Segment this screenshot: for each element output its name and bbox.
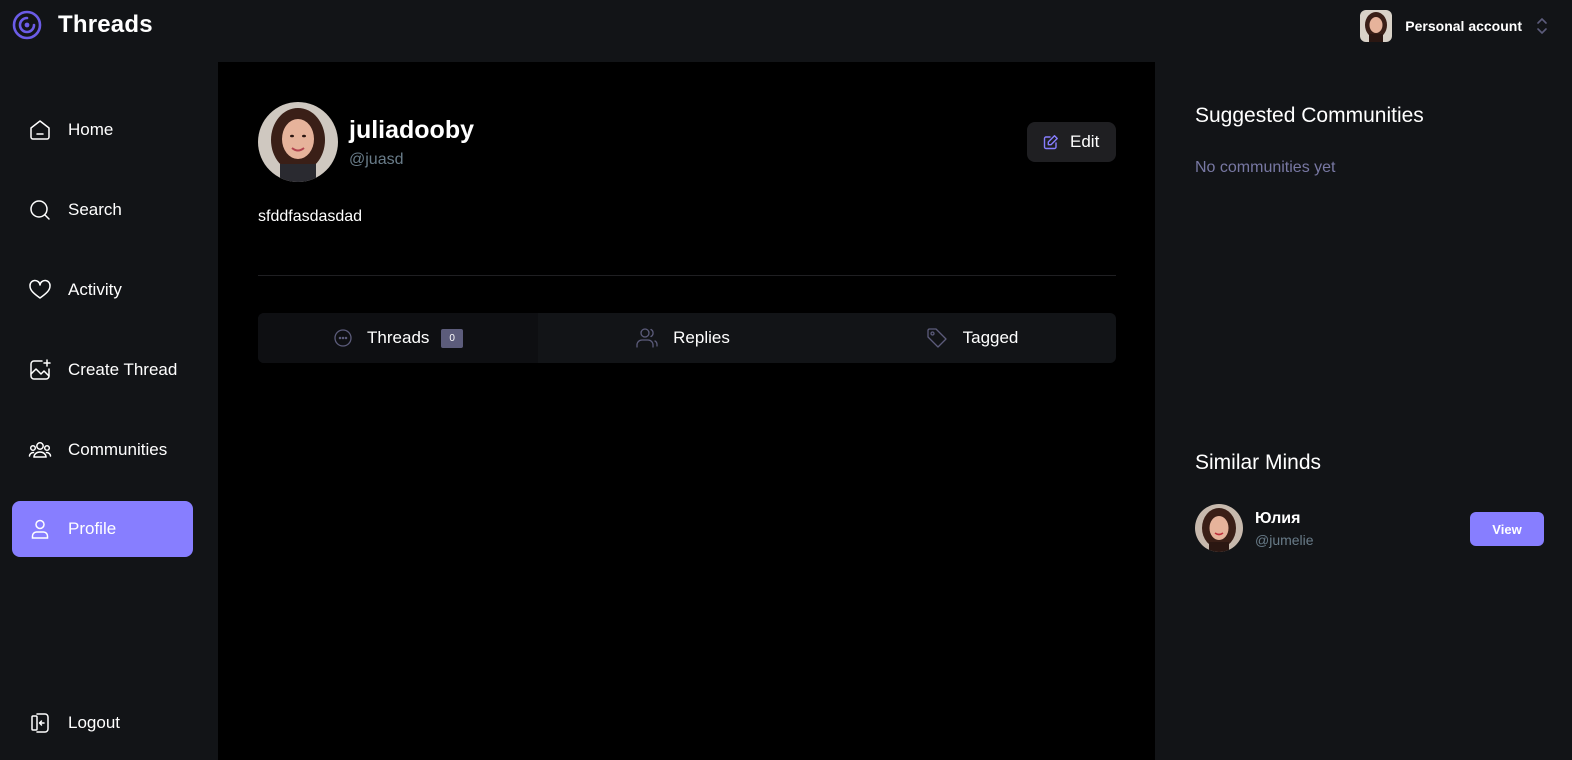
logout-icon: [28, 711, 52, 735]
right-sidebar: Suggested Communities No communities yet…: [1155, 62, 1572, 760]
create-thread-icon: [28, 358, 52, 382]
profile-handle: @juasd: [349, 151, 404, 168]
brand[interactable]: Threads: [12, 10, 153, 40]
edit-icon: [1043, 134, 1059, 150]
nav-label: Home: [68, 120, 114, 139]
top-bar: Threads Personal account: [0, 0, 1572, 62]
nav-label: Activity: [68, 280, 122, 299]
logout-button[interactable]: Logout: [12, 695, 193, 751]
edit-label: Edit: [1070, 132, 1100, 151]
profile-name: juliadooby: [349, 116, 474, 144]
similar-minds-heading: Similar Minds: [1195, 451, 1322, 474]
chat-bubble-icon: [333, 328, 353, 348]
profile-avatar: [258, 102, 338, 182]
search-icon: [28, 198, 52, 222]
nav-label: Create Thread: [68, 360, 178, 379]
nav-item-create-thread[interactable]: Create Thread: [12, 342, 193, 398]
similar-user-avatar: [1195, 504, 1243, 552]
nav-item-profile[interactable]: Profile: [12, 501, 193, 557]
edit-profile-button[interactable]: Edit: [1027, 122, 1116, 162]
communities-icon: [28, 438, 52, 462]
app-title: Threads: [58, 11, 153, 38]
similar-user-handle: @jumelie: [1255, 532, 1314, 548]
divider: [258, 275, 1116, 276]
home-icon: [28, 118, 52, 142]
members-icon: [635, 326, 659, 350]
nav-label: Profile: [68, 519, 117, 538]
user-icon: [28, 517, 52, 541]
tag-icon: [925, 326, 949, 350]
nav-label: Logout: [68, 713, 120, 732]
account-label: Personal account: [1405, 18, 1522, 34]
account-switcher[interactable]: Personal account: [1360, 10, 1548, 42]
nav-item-search[interactable]: Search: [12, 182, 193, 238]
nav-label: Search: [68, 200, 122, 219]
profile-tabs: Threads 0 Replies Tagged: [258, 313, 1116, 363]
profile-bio: sfddfasdasdad: [258, 208, 363, 225]
tab-tagged[interactable]: Tagged: [827, 313, 1116, 363]
suggested-communities-heading: Suggested Communities: [1195, 104, 1424, 127]
nav-item-communities[interactable]: Communities: [12, 422, 193, 478]
nav-item-activity[interactable]: Activity: [12, 262, 193, 318]
left-sidebar: Home Search Activity Create Thread Commu…: [0, 62, 218, 760]
threads-count-badge: 0: [441, 328, 463, 348]
nav-item-home[interactable]: Home: [12, 102, 193, 158]
view-user-button[interactable]: View: [1470, 512, 1544, 546]
tab-label: Replies: [673, 328, 730, 347]
account-avatar: [1360, 10, 1393, 42]
profile-main: juliadooby @juasd Edit sfddfasdasdad Thr…: [218, 62, 1155, 760]
no-communities-text: No communities yet: [1195, 159, 1336, 176]
similar-user-name: Юлия: [1255, 510, 1301, 527]
tab-replies[interactable]: Replies: [538, 313, 827, 363]
chevron-up-down-icon: [1536, 16, 1548, 36]
nav-label: Communities: [68, 440, 168, 459]
heart-icon: [28, 278, 52, 302]
tab-threads[interactable]: Threads 0: [258, 313, 538, 363]
logo-icon: [12, 10, 42, 40]
tab-label: Threads: [367, 328, 430, 347]
tab-label: Tagged: [962, 328, 1019, 347]
